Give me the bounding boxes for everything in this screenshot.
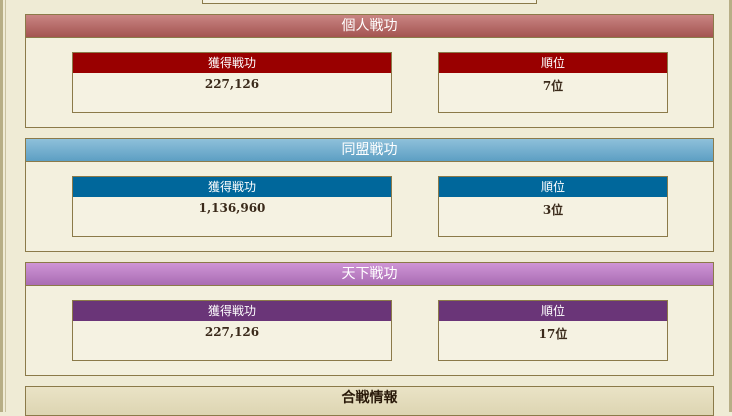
rank-box: 順位 17位 — [438, 300, 668, 361]
earned-merit-box: 獲得戦功 227,126 — [72, 300, 392, 361]
rank-label: 順位 — [439, 301, 667, 321]
rank-label: 順位 — [439, 177, 667, 197]
page-frame-left — [0, 0, 3, 412]
earned-merit-value: 227,126 — [204, 77, 260, 91]
earned-merit-label: 獲得戦功 — [73, 177, 391, 197]
section-title: 個人戦功 — [26, 15, 713, 38]
rank-value: 3位 — [542, 203, 564, 217]
rank-value: 7位 — [542, 79, 564, 93]
earned-merit-value: 1,136,960 — [198, 201, 266, 215]
earned-merit-label: 獲得戦功 — [73, 53, 391, 73]
earned-merit-box: 獲得戦功 227,126 — [72, 52, 392, 113]
alliance-merit-section: 同盟戦功 獲得戦功 1,136,960 順位 3位 — [25, 138, 714, 252]
section-title: 同盟戦功 — [26, 139, 713, 162]
earned-merit-box: 獲得戦功 1,136,960 — [72, 176, 392, 237]
rank-value: 17位 — [538, 327, 568, 341]
rank-box: 順位 7位 — [438, 52, 668, 113]
page-frame-left-inner — [5, 0, 6, 412]
earned-merit-value: 227,126 — [204, 325, 260, 339]
top-panel-edge — [202, 0, 537, 4]
realm-merit-section: 天下戦功 獲得戦功 227,126 順位 17位 — [25, 262, 714, 376]
rank-label: 順位 — [439, 53, 667, 73]
section-title: 天下戦功 — [26, 263, 713, 286]
personal-merit-section: 個人戦功 獲得戦功 227,126 順位 7位 — [25, 14, 714, 128]
rank-box: 順位 3位 — [438, 176, 668, 237]
earned-merit-label: 獲得戦功 — [73, 301, 391, 321]
